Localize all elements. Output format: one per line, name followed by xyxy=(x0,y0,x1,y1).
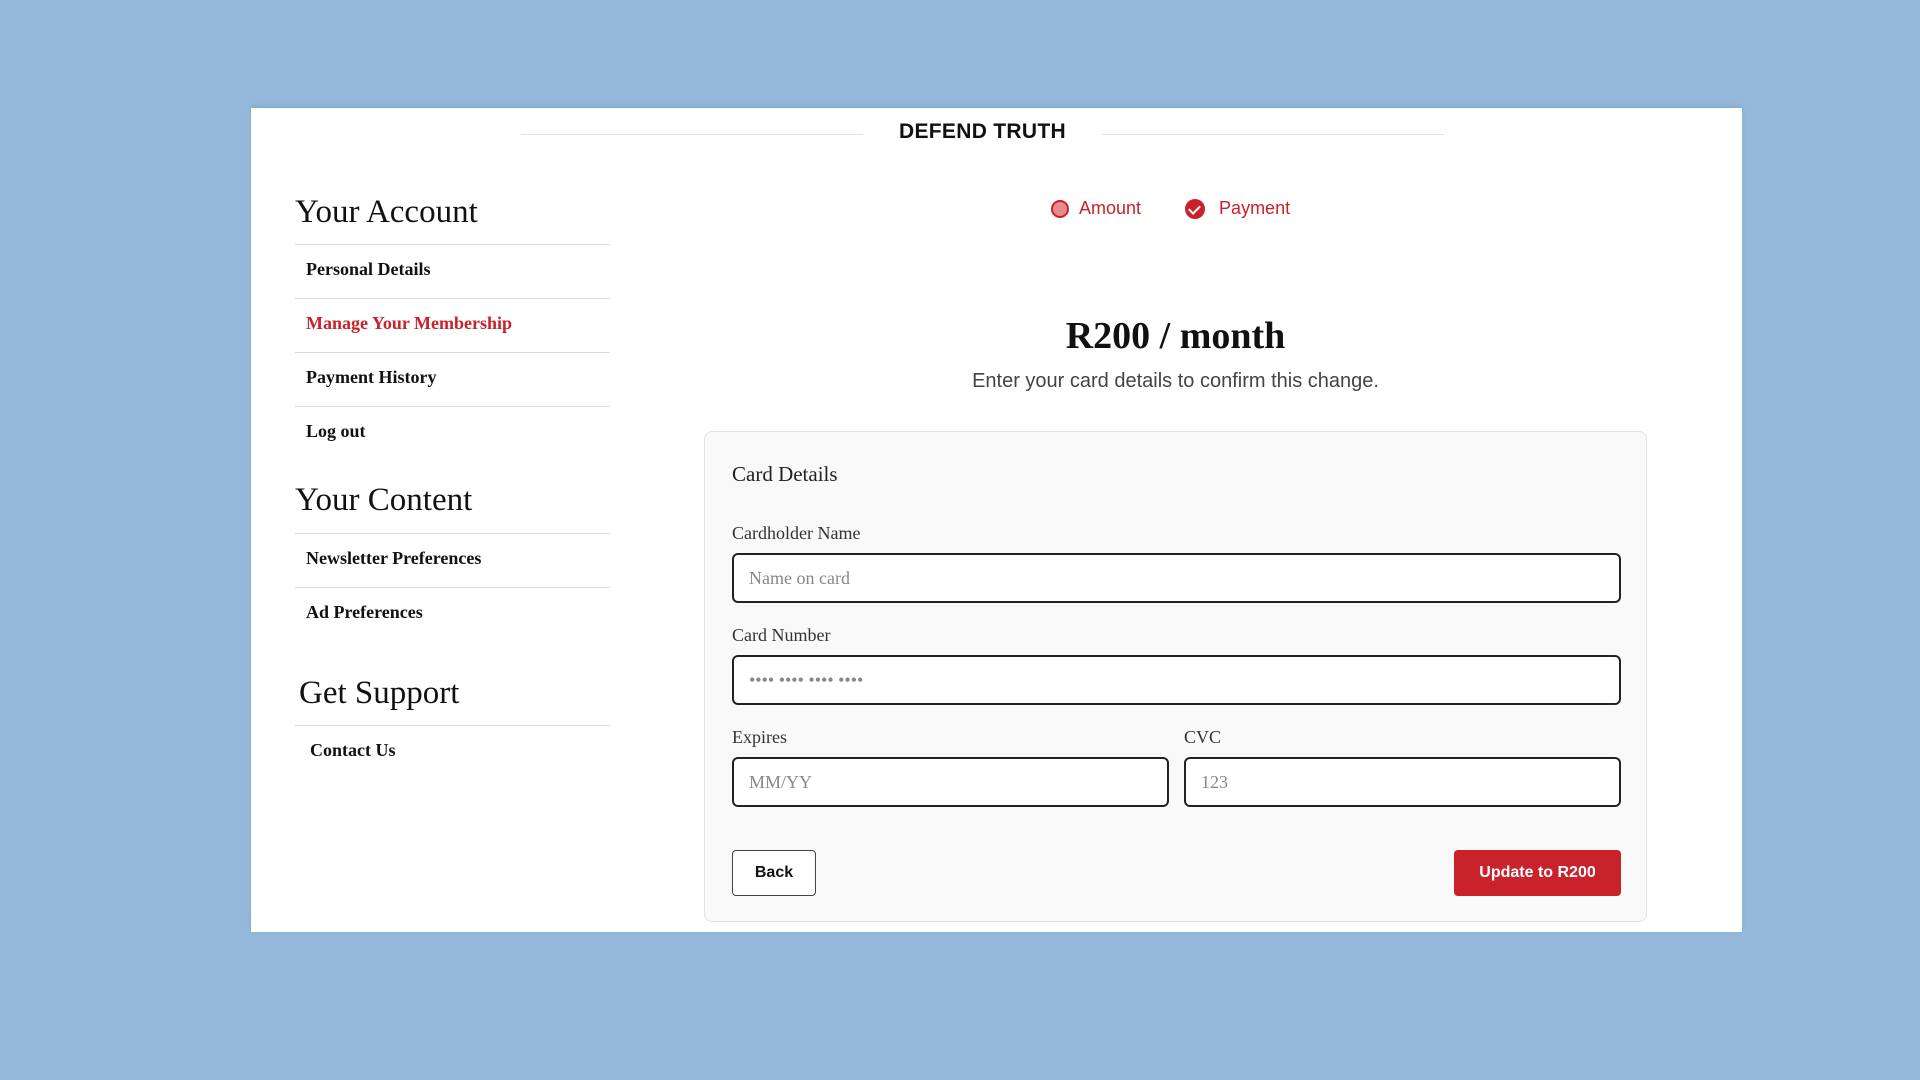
step-label: Payment xyxy=(1219,198,1291,218)
card-details-title: Card Details xyxy=(732,462,838,486)
sidebar-item-newsletter-preferences[interactable]: Newsletter Preferences xyxy=(295,534,610,588)
card-number-input[interactable] xyxy=(732,655,1621,705)
sidebar: Your Account Personal Details Manage You… xyxy=(295,194,610,779)
price-heading: R200 / month xyxy=(1065,315,1286,357)
card-details-panel: Card Details Cardholder Name Card Number… xyxy=(704,431,1647,922)
expires-label: Expires xyxy=(732,727,787,747)
confirm-instructions: Enter your card details to confirm this … xyxy=(972,370,1379,392)
update-membership-button[interactable]: Update to R200 xyxy=(1454,850,1621,896)
cvc-label: CVC xyxy=(1184,727,1222,747)
step-payment: Payment xyxy=(1185,198,1290,219)
account-window: DEFEND TRUTH Your Account Personal Detai… xyxy=(251,108,1742,932)
step-amount[interactable]: Amount xyxy=(1051,198,1141,219)
back-button[interactable]: Back xyxy=(732,850,816,896)
section-heading-your-account: Your Account xyxy=(295,194,610,246)
header-divider-left xyxy=(521,134,863,135)
brand-logo[interactable]: DEFEND TRUTH xyxy=(863,120,1102,144)
cvc-input[interactable] xyxy=(1184,757,1621,807)
section-heading-your-content: Your Content xyxy=(295,482,610,534)
sidebar-item-log-out[interactable]: Log out xyxy=(295,407,610,460)
sidebar-item-contact-us[interactable]: Contact Us xyxy=(295,726,610,779)
sidebar-item-ad-preferences[interactable]: Ad Preferences xyxy=(295,588,610,641)
header-divider-right xyxy=(1102,134,1444,135)
sidebar-item-personal-details[interactable]: Personal Details xyxy=(295,245,610,300)
step-dot-icon xyxy=(1051,199,1069,218)
progress-steps: Amount Payment xyxy=(1051,198,1334,219)
card-number-label: Card Number xyxy=(732,625,831,645)
section-heading-get-support: Get Support xyxy=(295,675,610,726)
cardholder-name-input[interactable] xyxy=(732,553,1621,603)
sidebar-item-manage-membership[interactable]: Manage Your Membership xyxy=(295,299,610,354)
cardholder-name-label: Cardholder Name xyxy=(732,523,861,543)
expires-input[interactable] xyxy=(732,757,1169,807)
step-label: Amount xyxy=(1079,198,1142,218)
check-circle-icon xyxy=(1185,198,1206,219)
sidebar-item-payment-history[interactable]: Payment History xyxy=(295,353,610,408)
